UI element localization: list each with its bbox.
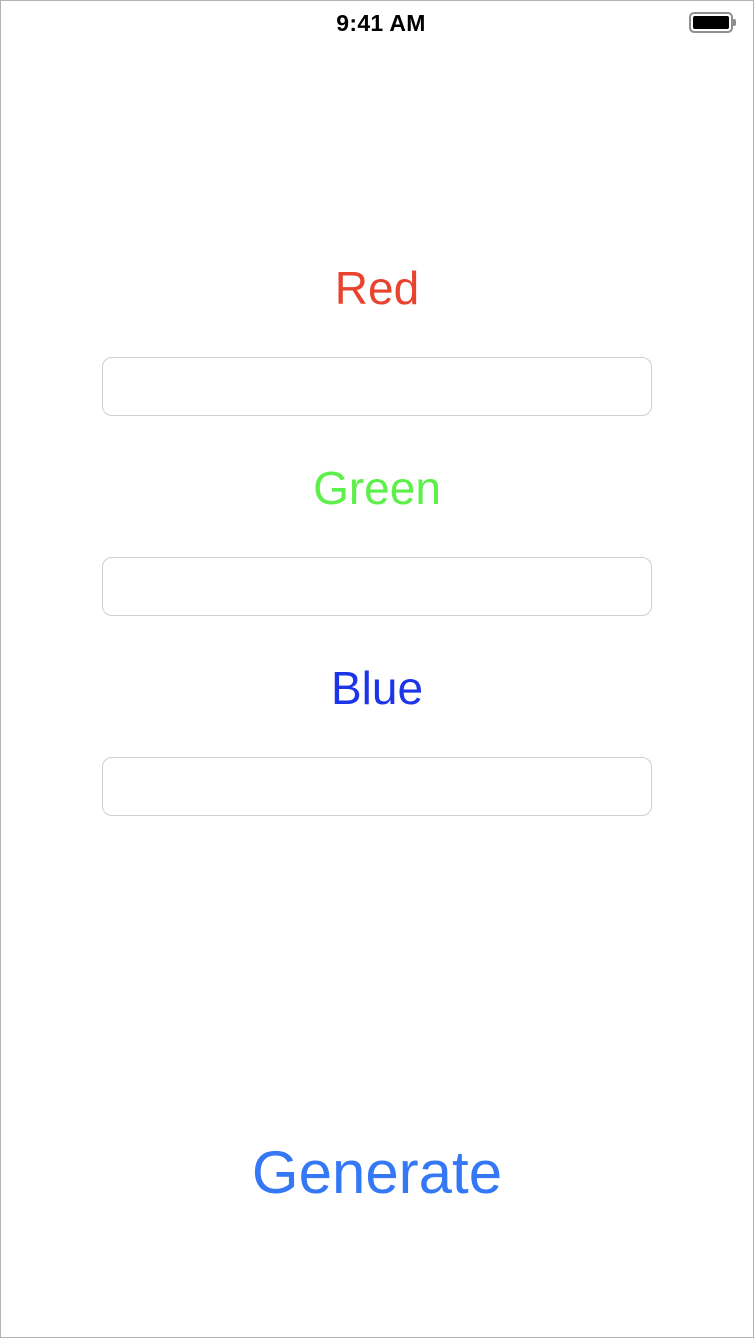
- generate-button[interactable]: Generate: [1, 1135, 753, 1211]
- status-time: 9:41 AM: [336, 10, 426, 36]
- phone-screen: 9:41 AM Red Green Blue Generate: [0, 0, 754, 1338]
- battery-body: [689, 12, 733, 33]
- green-input[interactable]: [102, 557, 652, 616]
- blue-label: Blue: [330, 662, 424, 714]
- battery-full-icon: [689, 12, 736, 33]
- status-bar: 9:41 AM: [1, 1, 753, 45]
- red-input[interactable]: [102, 357, 652, 416]
- red-label: Red: [334, 262, 420, 314]
- blue-input[interactable]: [102, 757, 652, 816]
- green-label: Green: [313, 462, 441, 514]
- battery-fill: [693, 16, 729, 29]
- battery-tip: [733, 19, 736, 26]
